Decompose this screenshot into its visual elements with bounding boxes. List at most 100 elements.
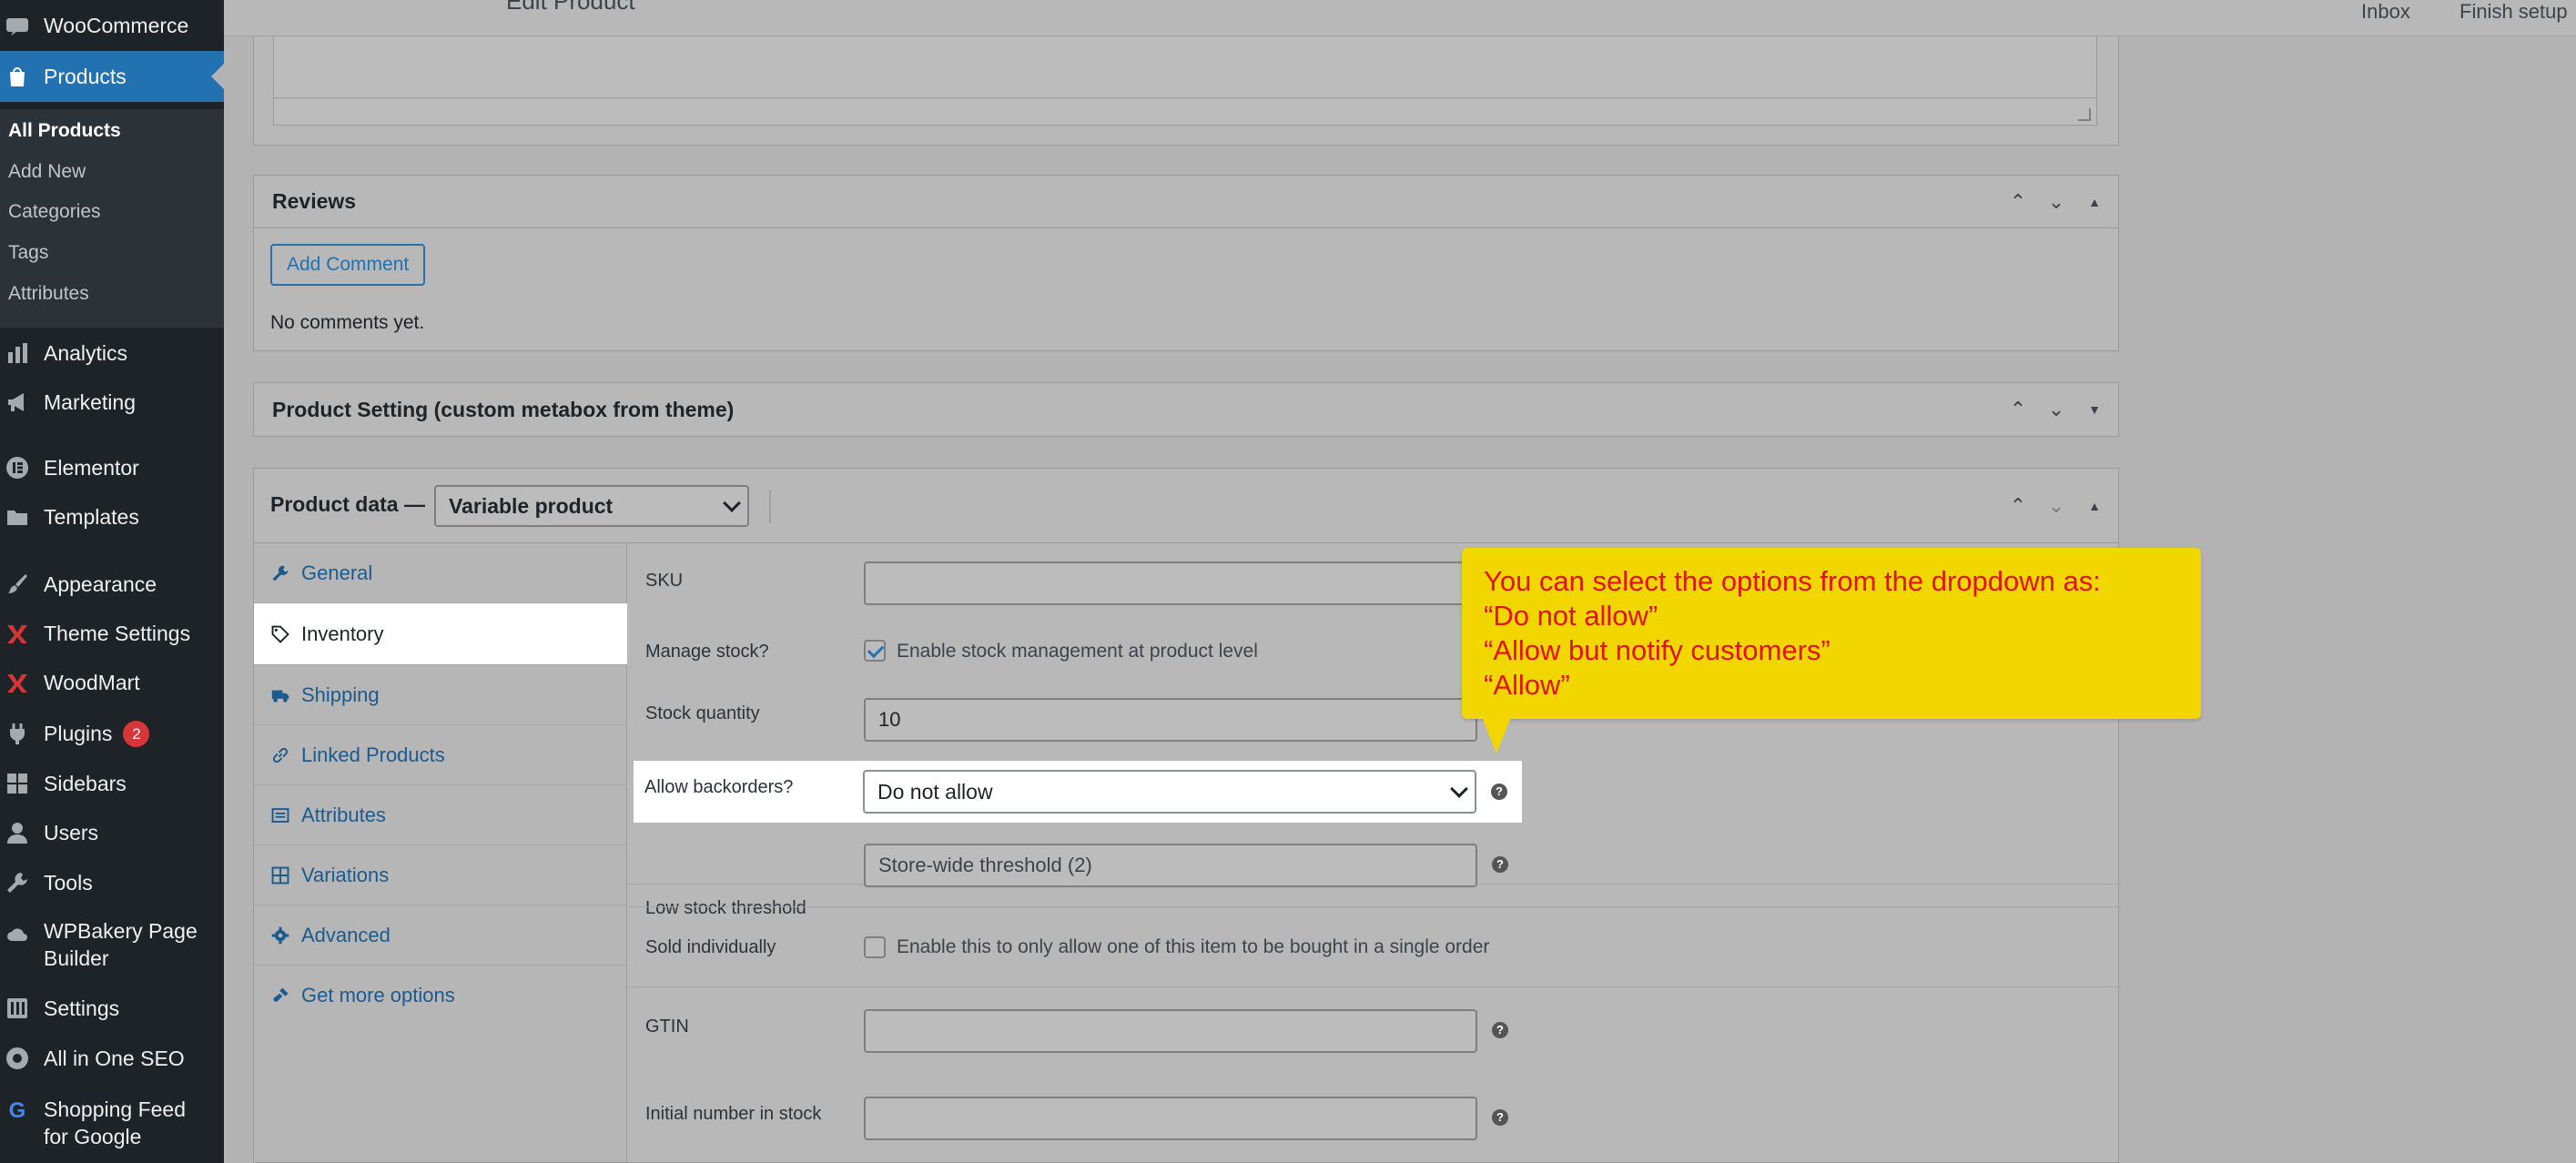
product-data-tabs: General Inventory Shipping Linked Produc…	[254, 543, 627, 1162]
help-icon[interactable]: ?	[1492, 856, 1508, 873]
tab-label: Shipping	[301, 683, 380, 706]
move-down-icon[interactable]: ⌄	[2044, 190, 2069, 214]
initial-stock-input[interactable]	[864, 1097, 1477, 1140]
backorders-select[interactable]: Do not allow	[863, 770, 1476, 814]
move-up-icon[interactable]: ⌃	[2005, 190, 2031, 214]
grid-icon	[4, 770, 31, 797]
chevron-down-icon	[1450, 780, 1468, 798]
collapse-toggle-icon[interactable]: ▲	[2082, 499, 2107, 513]
sidebar-item-elementor[interactable]: Elementor	[0, 451, 224, 484]
tab-label: Advanced	[301, 923, 390, 946]
inbox-link[interactable]: Inbox	[2361, 0, 2410, 24]
sku-input[interactable]	[864, 561, 1477, 605]
sold-individually-text: Enable this to only allow one of this it…	[897, 936, 1490, 957]
sidebar-item-label: Sidebars	[44, 771, 127, 795]
sidebar-item-woocommerce[interactable]: WooCommerce	[0, 7, 224, 44]
sidebar-item-tools[interactable]: Tools	[0, 866, 224, 899]
collapse-toggle-icon[interactable]: ▲	[2082, 195, 2107, 209]
help-icon[interactable]: ?	[1491, 784, 1507, 800]
reviews-box-header[interactable]: Reviews	[254, 176, 2118, 228]
sidebar-item-label: Users	[44, 820, 99, 844]
folder-icon	[4, 503, 31, 531]
sidebar-item-label: Analytics	[44, 340, 128, 365]
editor-status-bar	[274, 97, 2096, 125]
sidebar-item-all-in-one-seo[interactable]: All in One SEO	[0, 1042, 224, 1075]
description-textarea[interactable]	[273, 36, 2097, 126]
tab-attributes[interactable]: Attributes	[254, 785, 627, 845]
grid-icon	[270, 865, 290, 885]
sidebar-item-users[interactable]: Users	[0, 816, 224, 849]
tab-linked-products[interactable]: Linked Products	[254, 725, 627, 785]
low-stock-threshold-input[interactable]: Store-wide threshold (2)	[864, 844, 1477, 887]
sidebar-item-products[interactable]: Products	[0, 51, 224, 102]
tab-advanced[interactable]: Advanced	[254, 905, 627, 966]
initial-stock-label: Initial number in stock	[645, 1104, 822, 1124]
theme-settings-icon	[4, 620, 31, 647]
product-type-select[interactable]: Variable product	[434, 485, 749, 527]
tab-variations[interactable]: Variations	[254, 845, 627, 905]
tab-label: Variations	[301, 863, 390, 886]
sidebar-item-plugins[interactable]: Plugins 2	[0, 717, 224, 750]
sidebar-item-sidebars[interactable]: Sidebars	[0, 767, 224, 800]
backorders-row-highlight: Allow backorders? Do not allow ?	[634, 761, 1522, 823]
sidebar-item-label: Appearance	[44, 571, 157, 596]
help-icon[interactable]: ?	[1492, 1022, 1508, 1038]
sidebar-item-settings[interactable]: Settings	[0, 992, 224, 1025]
sidebar-item-theme-settings[interactable]: Theme Settings	[0, 617, 224, 650]
move-up-icon[interactable]: ⌃	[2005, 494, 2031, 518]
cloud-icon	[4, 921, 31, 948]
link-icon	[270, 745, 290, 765]
product-setting-header[interactable]: Product Setting (custom metabox from the…	[254, 383, 2118, 436]
tab-shipping[interactable]: Shipping	[254, 665, 627, 725]
sidebar-item-shopping-feed[interactable]: G Shopping Feed for Google	[0, 1096, 224, 1156]
sidebar-item-analytics[interactable]: Analytics	[0, 337, 224, 369]
move-down-icon[interactable]: ⌄	[2044, 494, 2069, 518]
tab-label: Attributes	[301, 803, 386, 826]
sidebar-item-marketing[interactable]: Marketing	[0, 386, 224, 419]
callout-pointer	[1482, 717, 1511, 753]
bar-chart-icon	[4, 339, 31, 367]
plugins-update-badge: 2	[123, 720, 150, 747]
sold-individually-label: Sold individually	[645, 937, 776, 957]
submenu-tags[interactable]: Tags	[8, 242, 48, 264]
submenu-add-new[interactable]: Add New	[8, 161, 86, 183]
sidebar-item-label: Shopping Feed for Google	[44, 1097, 187, 1148]
move-up-icon[interactable]: ⌃	[2005, 398, 2031, 421]
sidebar-item-wpbakery[interactable]: WPBakery Page Builder	[0, 917, 224, 977]
sidebar-item-templates[interactable]: Templates	[0, 501, 224, 533]
tab-label: Linked Products	[301, 743, 445, 766]
product-data-header: Product data — Variable product ⌃ ⌄ ▲	[254, 469, 2118, 543]
product-type-value: Variable product	[449, 493, 614, 518]
callout-line: “Allow”	[1484, 669, 1570, 701]
sidebar-item-woodmart[interactable]: WoodMart	[0, 666, 224, 699]
move-down-icon[interactable]: ⌄	[2044, 398, 2069, 421]
sku-label: SKU	[645, 571, 684, 591]
submenu-attributes[interactable]: Attributes	[8, 283, 89, 305]
sidebar-item-label: WoodMart	[44, 670, 140, 694]
tab-general[interactable]: General	[254, 543, 627, 603]
tab-get-more-options[interactable]: Get more options	[254, 966, 627, 1026]
fieldset-divider	[627, 986, 2120, 987]
sidebar-item-appearance[interactable]: Appearance	[0, 568, 224, 601]
manage-stock-checkbox[interactable]	[864, 640, 886, 662]
resize-handle[interactable]	[2078, 108, 2091, 121]
callout-line: “Do not allow”	[1484, 600, 1658, 632]
add-comment-button[interactable]: Add Comment	[270, 244, 426, 286]
reviews-title: Reviews	[272, 189, 357, 213]
sidebar-item-label: WPBakery Page Builder	[44, 919, 198, 970]
tab-label: General	[301, 561, 373, 584]
google-g-icon: G	[8, 1098, 26, 1123]
tab-inventory[interactable]: Inventory	[254, 603, 627, 665]
finish-setup-link[interactable]: Finish setup	[2459, 0, 2568, 24]
gtin-input[interactable]	[864, 1009, 1477, 1053]
stock-quantity-input[interactable]: 10	[864, 698, 1477, 742]
submenu-categories[interactable]: Categories	[8, 201, 101, 223]
help-icon[interactable]: ?	[1492, 1109, 1508, 1126]
submenu-all-products[interactable]: All Products	[8, 120, 121, 142]
woodmart-icon	[4, 669, 31, 696]
expand-toggle-icon[interactable]: ▼	[2082, 402, 2107, 417]
box-handles: ⌃ ⌄ ▼	[2005, 383, 2107, 436]
sold-individually-checkbox[interactable]	[864, 936, 886, 958]
manage-stock-label: Manage stock?	[645, 642, 769, 662]
wrench-icon	[4, 869, 31, 896]
